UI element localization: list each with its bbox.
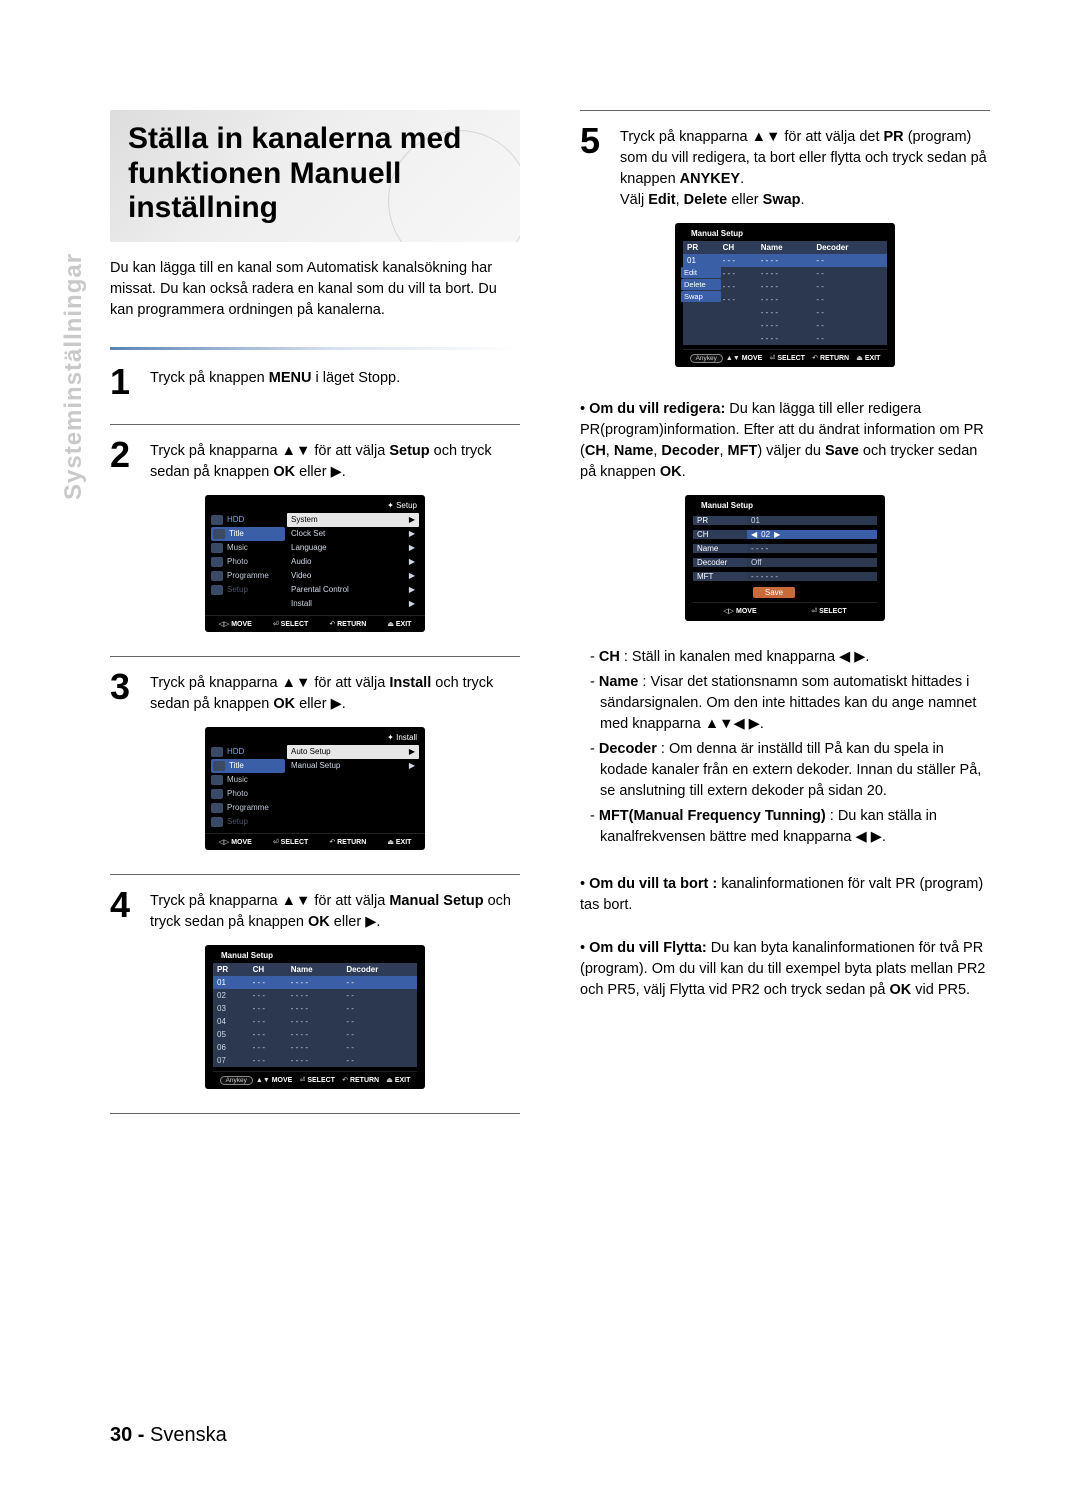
step-3: 3 Tryck på knapparna ▲▼ för att välja In…	[110, 669, 520, 715]
page-columns: Ställa in kanalerna med funktionen Manue…	[110, 110, 990, 1126]
page-title: Ställa in kanalerna med funktionen Manue…	[128, 122, 502, 226]
osd-edit-form-screenshot: Manual Setup PR01 CH◀02▶ Name- - - - Dec…	[685, 495, 885, 621]
step-number: 2	[110, 437, 140, 483]
step-2: 2 Tryck på knapparna ▲▼ för att välja Se…	[110, 437, 520, 483]
defn-name: - Name : Visar det stationsnamn som auto…	[590, 672, 990, 735]
section-side-label: Systeminställningar	[60, 253, 88, 500]
step-number: 5	[580, 123, 610, 211]
thin-divider	[110, 656, 520, 657]
defn-decoder: - Decoder : Om denna är inställd till På…	[590, 739, 990, 802]
step-text: Tryck på knappen MENU i läget Stopp.	[150, 364, 400, 400]
thin-divider	[110, 1113, 520, 1114]
defn-ch: - CH : Ställ in kanalen med knapparna ◀ …	[590, 647, 990, 668]
step-4: 4 Tryck på knapparna ▲▼ för att välja Ma…	[110, 887, 520, 933]
edit-bullet: • Om du vill redigera: Du kan lägga till…	[580, 399, 990, 483]
page-footer: 30 - Svenska	[110, 1424, 227, 1447]
step-number: 1	[110, 364, 140, 400]
step-text: Tryck på knapparna ▲▼ för att välja Inst…	[150, 669, 520, 715]
defn-mft: - MFT(Manual Frequency Tunning) : Du kan…	[590, 806, 990, 848]
page-title-box: Ställa in kanalerna med funktionen Manue…	[110, 110, 520, 242]
step-number: 3	[110, 669, 140, 715]
step-text: Tryck på knapparna ▲▼ för att välja Manu…	[150, 887, 520, 933]
step-1: 1 Tryck på knappen MENU i läget Stopp.	[110, 364, 520, 400]
step-number: 4	[110, 887, 140, 933]
thin-divider	[110, 874, 520, 875]
step-text: Tryck på knapparna ▲▼ för att välja det …	[620, 123, 990, 211]
intro-paragraph: Du kan lägga till en kanal som Automatis…	[110, 258, 520, 321]
move-bullet: • Om du vill Flytta: Du kan byta kanalin…	[580, 938, 990, 1001]
osd-manual-setup-table: Manual Setup PRCHNameDecoder 01- - -- - …	[205, 945, 425, 1089]
delete-bullet: • Om du vill ta bort : kanalinformatione…	[580, 874, 990, 916]
osd-setup-screenshot: ✦ Setup HDD Title Music Photo Programme …	[205, 495, 425, 632]
thin-divider	[110, 424, 520, 425]
gradient-divider	[110, 347, 520, 350]
osd-install-screenshot: ✦ Install HDD Title Music Photo Programm…	[205, 727, 425, 850]
left-column: Ställa in kanalerna med funktionen Manue…	[110, 110, 520, 1126]
right-column: 5 Tryck på knapparna ▲▼ för att välja de…	[580, 110, 990, 1126]
step-5: 5 Tryck på knapparna ▲▼ för att välja de…	[580, 123, 990, 211]
osd-anykey-menu-screenshot: Manual Setup PRCHNameDecoder 01- - -- - …	[675, 223, 895, 367]
step-text: Tryck på knapparna ▲▼ för att välja Setu…	[150, 437, 520, 483]
thin-divider	[580, 110, 990, 111]
